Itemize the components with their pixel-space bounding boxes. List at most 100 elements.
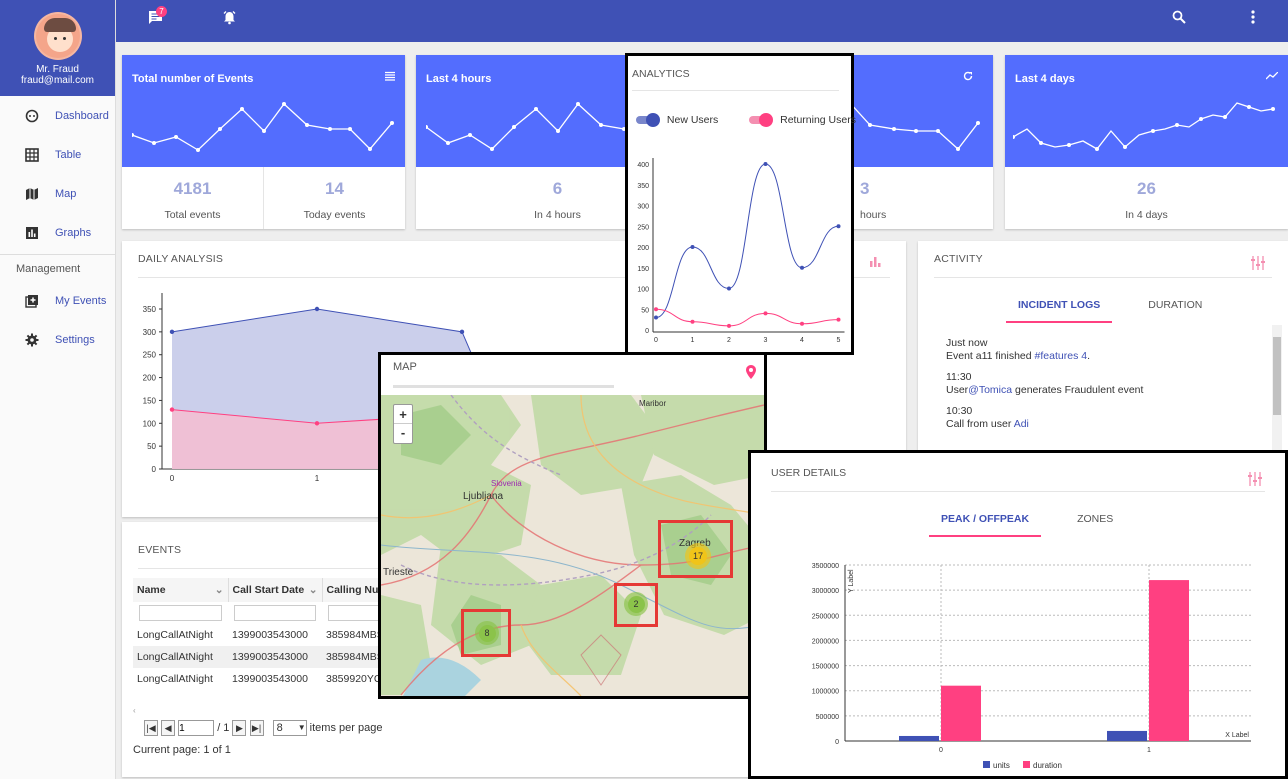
sidebar-item-label: Map bbox=[55, 187, 77, 200]
new-users-toggle[interactable] bbox=[636, 113, 660, 128]
refresh-icon[interactable] bbox=[963, 71, 973, 84]
sparkline bbox=[426, 102, 626, 151]
notifications-button[interactable] bbox=[222, 10, 237, 29]
map-canvas[interactable]: Ljubljana Slovenia Trieste Zagreb Maribo… bbox=[381, 395, 764, 696]
equalizer-icon[interactable] bbox=[1250, 255, 1266, 274]
tab-peak-offpeak[interactable]: PEAK / OFFPEAK bbox=[929, 513, 1042, 537]
user-details-overlay: USER DETAILS PEAK / OFFPEAK ZONES 0 50000… bbox=[748, 450, 1288, 779]
table-row[interactable]: LongCallAtNight 1399003543000 3859920YC bbox=[133, 668, 392, 690]
messages-badge: 7 bbox=[156, 6, 167, 17]
data-point bbox=[654, 315, 658, 320]
y-tick-label: 200 bbox=[637, 245, 649, 252]
days-events-value: 26 bbox=[1137, 179, 1156, 198]
sidebar-item-label: Table bbox=[55, 148, 82, 161]
y-tick-label: 150 bbox=[637, 266, 649, 273]
bar-chart-icon[interactable] bbox=[870, 257, 882, 270]
log-link[interactable]: #features 4 bbox=[1035, 350, 1088, 362]
x-tick-label: 1 bbox=[315, 474, 320, 483]
gear-icon bbox=[25, 333, 39, 347]
per-page-select[interactable]: 8 ▼ bbox=[272, 720, 307, 736]
panel-title: ANALYTICS bbox=[632, 68, 690, 80]
more-menu-button[interactable] bbox=[1250, 10, 1256, 28]
log-link[interactable]: Adi bbox=[1014, 418, 1029, 430]
data-point bbox=[727, 323, 731, 328]
tab-duration[interactable]: DURATION bbox=[1148, 299, 1202, 323]
name-filter-input[interactable] bbox=[139, 605, 222, 621]
x-tick-label: 4 bbox=[800, 337, 804, 344]
column-header[interactable]: Name ⌄ bbox=[133, 578, 229, 602]
data-point bbox=[654, 307, 658, 312]
y-tick-label: 50 bbox=[641, 307, 649, 314]
map-cluster[interactable]: 2 bbox=[624, 592, 648, 616]
sidebar-item-my-events[interactable]: My Events bbox=[0, 281, 115, 320]
x-tick-label: 2 bbox=[727, 337, 731, 344]
today-events-value: 14 bbox=[325, 179, 344, 198]
table-row[interactable]: LongCallAtNight 1399003543000 385984MBS bbox=[133, 646, 393, 668]
messages-button[interactable]: 7 bbox=[148, 6, 167, 29]
y-tick-label: 100 bbox=[637, 287, 649, 294]
prev-page-button[interactable]: ◀ bbox=[161, 720, 176, 736]
sidebar-item-table[interactable]: Table bbox=[0, 135, 115, 174]
data-point bbox=[727, 286, 731, 291]
sparkline bbox=[850, 102, 980, 151]
data-point bbox=[763, 162, 768, 166]
pager: |◀ ◀ / 1 ▶ ▶| 8▼ items per page bbox=[144, 720, 382, 736]
column-header[interactable]: Call Start Date ⌄ bbox=[228, 578, 323, 602]
graphs-icon bbox=[25, 226, 39, 240]
equalizer-icon[interactable] bbox=[1247, 471, 1263, 490]
log-link[interactable]: @Tomica bbox=[968, 384, 1012, 396]
profile-name: Mr. Fraud bbox=[36, 64, 79, 75]
x-tick-label: 3 bbox=[764, 337, 768, 344]
log-time: Just now bbox=[946, 337, 988, 349]
panel-title: EVENTS bbox=[138, 544, 182, 556]
card-title: Total number of Events bbox=[132, 73, 254, 85]
bar bbox=[1149, 580, 1189, 741]
x-tick-label: 0 bbox=[654, 337, 658, 344]
sidebar-item-dashboard[interactable]: Dashboard bbox=[0, 96, 115, 135]
y-tick-label: 1000000 bbox=[812, 689, 839, 696]
search-button[interactable] bbox=[1172, 10, 1186, 28]
map-cluster[interactable]: 17 bbox=[685, 543, 711, 569]
sidebar-item-settings[interactable]: Settings bbox=[0, 320, 115, 359]
y-tick-label: 0 bbox=[835, 739, 839, 746]
sidebar-item-map[interactable]: Map bbox=[0, 174, 115, 213]
date-filter-input[interactable] bbox=[234, 605, 316, 621]
bar bbox=[899, 735, 939, 741]
first-page-button[interactable]: |◀ bbox=[144, 720, 158, 736]
data-point bbox=[690, 245, 695, 249]
page-input[interactable] bbox=[178, 720, 215, 736]
log-text: Call from user bbox=[946, 418, 1014, 430]
log-time: 10:30 bbox=[946, 405, 973, 417]
sidebar-item-label: Graphs bbox=[55, 226, 92, 239]
zoom-out-button[interactable]: - bbox=[394, 424, 412, 443]
zoom-in-button[interactable]: + bbox=[394, 405, 412, 424]
y-tick-label: 0 bbox=[152, 465, 157, 474]
tab-incident-logs[interactable]: INCIDENT LOGS bbox=[1006, 299, 1113, 323]
table-row[interactable]: LongCallAtNight 1399003543000 385984MBS bbox=[133, 624, 392, 646]
legend-swatch bbox=[1023, 761, 1030, 768]
map-cluster[interactable]: 8 bbox=[475, 621, 499, 645]
y-tick-label: 3000000 bbox=[812, 588, 839, 595]
y-tick-label: 100 bbox=[143, 419, 157, 428]
sidebar-item-label: Settings bbox=[55, 333, 95, 346]
map-label-ljubljana: Ljubljana bbox=[463, 491, 504, 502]
last-page-button[interactable]: ▶| bbox=[249, 720, 264, 736]
y-tick-label: 350 bbox=[143, 305, 157, 314]
data-point bbox=[763, 311, 768, 316]
returning-users-toggle[interactable] bbox=[749, 113, 774, 128]
table-icon bbox=[25, 147, 39, 162]
map-pin-icon[interactable] bbox=[746, 365, 756, 382]
list-icon[interactable] bbox=[385, 71, 395, 84]
list-item: 10:30 Call from user Adi bbox=[946, 405, 1264, 431]
x-axis-label: X Label bbox=[1225, 732, 1249, 739]
sidebar-item-graphs[interactable]: Graphs bbox=[0, 213, 115, 252]
trending-icon[interactable] bbox=[1265, 71, 1279, 83]
tab-zones[interactable]: ZONES bbox=[1077, 513, 1113, 537]
next-page-button[interactable]: ▶ bbox=[232, 720, 247, 736]
legend-label: units bbox=[993, 761, 1010, 770]
series-line bbox=[655, 308, 839, 327]
y-axis-label: Y Label bbox=[848, 569, 855, 593]
y-tick-label: 300 bbox=[637, 204, 649, 211]
sidebar-section-management: Management bbox=[0, 254, 115, 281]
avatar[interactable] bbox=[33, 12, 82, 60]
